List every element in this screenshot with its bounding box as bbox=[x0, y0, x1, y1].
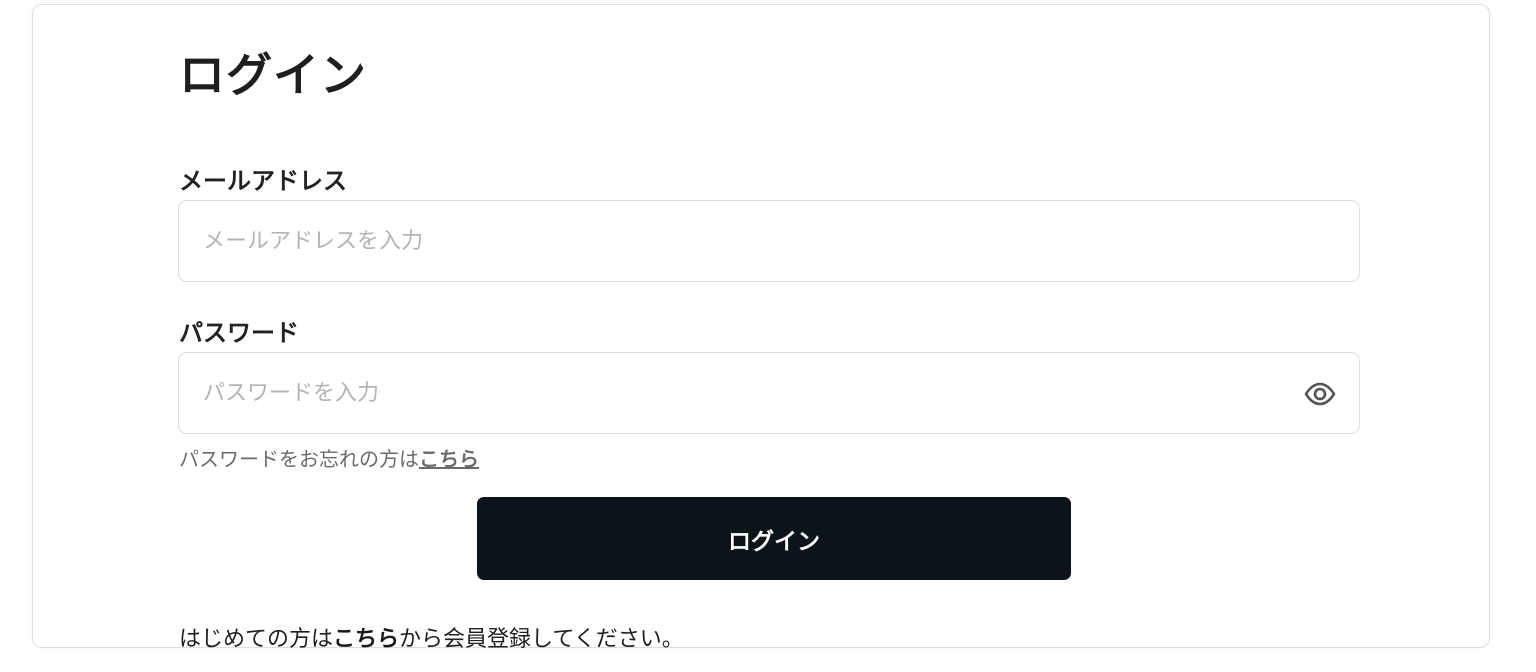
password-field-container bbox=[178, 352, 1360, 434]
page-title: ログイン bbox=[179, 48, 367, 102]
password-field[interactable] bbox=[179, 353, 1359, 433]
email-field-container bbox=[178, 200, 1360, 282]
email-field[interactable] bbox=[179, 201, 1359, 281]
register-line: はじめての方はこちらから会員登録してください。 bbox=[179, 621, 684, 653]
register-link[interactable]: こちら bbox=[333, 627, 399, 652]
login-button[interactable]: ログイン bbox=[477, 497, 1071, 580]
forgot-password-link[interactable]: こちら bbox=[419, 447, 479, 471]
password-label: パスワード bbox=[179, 319, 299, 347]
email-label: メールアドレス bbox=[179, 167, 347, 195]
register-prefix: はじめての方は bbox=[179, 627, 334, 652]
forgot-password-line: パスワードをお忘れの方はこちら bbox=[179, 443, 479, 472]
forgot-password-text: パスワードをお忘れの方は bbox=[179, 447, 419, 471]
eye-icon[interactable] bbox=[1303, 377, 1337, 411]
register-suffix: から会員登録してください。 bbox=[399, 627, 684, 652]
login-card: ログイン メールアドレス パスワード パスワードをお忘れの方はこちら ログイン … bbox=[32, 4, 1490, 652]
